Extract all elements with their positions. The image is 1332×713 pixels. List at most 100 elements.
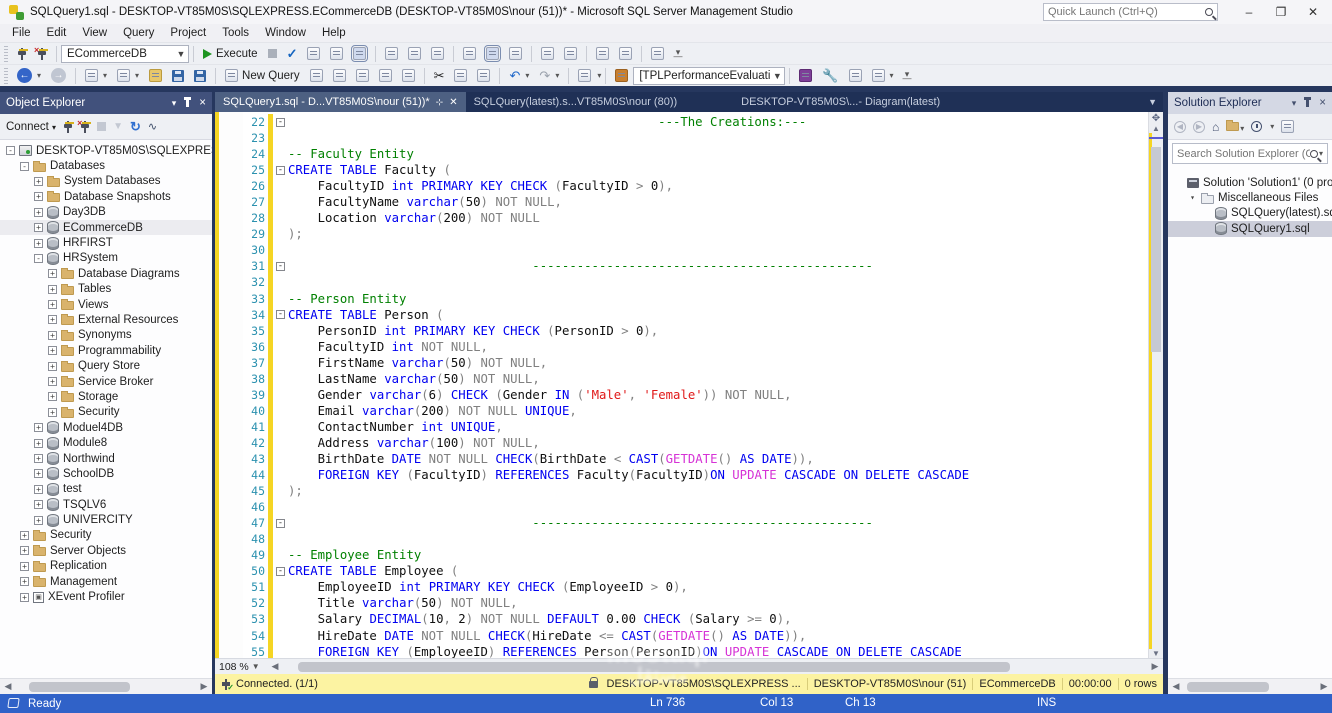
- code-line-44[interactable]: 44 FOREIGN KEY (FacultyID) REFERENCES Fa…: [243, 467, 1147, 484]
- oe-item-tsqlv6[interactable]: + TSQLV6: [0, 497, 212, 512]
- line-number[interactable]: 29: [243, 227, 265, 241]
- fold-margin[interactable]: -: [273, 117, 288, 127]
- oe-item-schooldb[interactable]: + SchoolDB: [0, 466, 212, 481]
- toolbar-overflow-icon[interactable]: ▾ —: [903, 69, 912, 82]
- expander-icon[interactable]: +: [34, 223, 43, 233]
- results-to-file-button[interactable]: [504, 44, 527, 64]
- cancel-query-button[interactable]: [263, 44, 282, 64]
- se-item-miscellaneous-files[interactable]: ▾ Miscellaneous Files: [1168, 190, 1332, 205]
- save-all-button[interactable]: [189, 66, 211, 86]
- line-number[interactable]: 28: [243, 211, 265, 225]
- expander-icon[interactable]: +: [20, 546, 29, 556]
- refresh-icon[interactable]: ↻: [130, 119, 141, 135]
- code-line-54[interactable]: 54 HireDate DATE NOT NULL CHECK(HireDate…: [243, 627, 1147, 644]
- pin-icon[interactable]: [184, 97, 192, 107]
- object-explorer-hscrollbar[interactable]: ◀ ▶: [0, 678, 212, 694]
- forward-icon[interactable]: ▶: [1193, 120, 1205, 133]
- change-connection-icon[interactable]: ×: [32, 44, 52, 64]
- expander-icon[interactable]: +: [34, 207, 43, 217]
- se-item-sqlquery-latest-sql[interactable]: SQLQuery(latest).sql: [1168, 206, 1332, 221]
- home-icon[interactable]: ⌂: [1212, 120, 1219, 134]
- close-icon[interactable]: ×: [1319, 97, 1326, 109]
- menu-view[interactable]: View: [74, 26, 115, 40]
- oe-item-database-snapshots[interactable]: + Database Snapshots: [0, 189, 212, 204]
- oe-item-hrfirst[interactable]: + HRFIRST: [0, 235, 212, 250]
- menu-tools[interactable]: Tools: [214, 26, 257, 40]
- expander-icon[interactable]: +: [34, 238, 43, 248]
- add-to-source-control-button[interactable]: [144, 66, 167, 86]
- expander-icon[interactable]: +: [34, 469, 43, 479]
- oe-item-database-diagrams[interactable]: + Database Diagrams: [0, 266, 212, 281]
- specify-values-button[interactable]: [646, 44, 669, 64]
- analysis-mdx-query-button[interactable]: [328, 66, 351, 86]
- activity-monitor-button[interactable]: [573, 66, 596, 86]
- collapse-icon[interactable]: -: [276, 117, 285, 127]
- available-databases-combo[interactable]: ECommerceDB ▼: [61, 44, 189, 63]
- cut-button[interactable]: ✂: [429, 66, 450, 86]
- expander-icon[interactable]: +: [48, 269, 57, 279]
- increase-indent-button[interactable]: [614, 44, 637, 64]
- line-number[interactable]: 44: [243, 468, 265, 482]
- code-line-37[interactable]: 37 FirstName varchar(50) NOT NULL,: [243, 354, 1147, 371]
- code-line-36[interactable]: 36 FacultyID int NOT NULL,: [243, 338, 1147, 355]
- line-number[interactable]: 33: [243, 292, 265, 306]
- new-query-button[interactable]: New Query: [220, 66, 305, 86]
- scroll-up-icon[interactable]: ▲: [1152, 124, 1160, 133]
- expander-icon[interactable]: +: [48, 300, 57, 310]
- expander-icon[interactable]: +: [20, 592, 29, 602]
- undo-button[interactable]: ↶ ▾: [504, 66, 534, 86]
- expander-icon[interactable]: +: [34, 454, 43, 463]
- expander-icon[interactable]: +: [48, 315, 57, 325]
- splitter-grip-icon[interactable]: ✥: [1152, 113, 1160, 124]
- analysis-dmx-query-button[interactable]: [351, 66, 374, 86]
- line-number[interactable]: 34: [243, 308, 265, 322]
- line-number[interactable]: 35: [243, 324, 265, 338]
- line-number[interactable]: 42: [243, 436, 265, 450]
- menu-window[interactable]: Window: [257, 26, 314, 40]
- oe-item-moduel4db[interactable]: + Moduel4DB: [0, 420, 212, 435]
- oe-item-system-databases[interactable]: + System Databases: [0, 174, 212, 189]
- scroll-down-icon[interactable]: ▼: [1152, 649, 1160, 658]
- code-line-34[interactable]: 34 - CREATE TABLE Person (: [243, 306, 1147, 323]
- oe-item-server-objects[interactable]: + Server Objects: [0, 543, 212, 558]
- line-number[interactable]: 36: [243, 340, 265, 354]
- oe-item-security[interactable]: + Security: [0, 528, 212, 543]
- expander-icon[interactable]: +: [48, 392, 57, 402]
- pending-changes-icon[interactable]: [1251, 121, 1263, 132]
- oe-item-desktop-vt85m0s-sqlexpress-sq[interactable]: - DESKTOP-VT85M0S\SQLEXPRESS (SQ: [0, 143, 212, 158]
- code-line-23[interactable]: 23: [243, 130, 1147, 147]
- menu-help[interactable]: Help: [314, 26, 354, 40]
- code-line-39[interactable]: 39 Gender varchar(6) CHECK (Gender IN ('…: [243, 386, 1147, 403]
- solution-explorer-hscrollbar[interactable]: ◀ ▶: [1168, 678, 1332, 694]
- dropdown-icon[interactable]: ▾: [1270, 122, 1274, 131]
- save-button[interactable]: [167, 66, 189, 86]
- line-number[interactable]: 52: [243, 596, 265, 610]
- collapse-icon[interactable]: -: [276, 261, 285, 271]
- expander-icon[interactable]: +: [34, 176, 43, 186]
- expander-icon[interactable]: +: [20, 577, 29, 587]
- open-file-button[interactable]: ▾: [112, 66, 144, 86]
- oe-item-programmability[interactable]: + Programmability: [0, 343, 212, 358]
- collapse-icon[interactable]: -: [276, 165, 285, 175]
- toolbox-button[interactable]: [844, 66, 867, 86]
- connect-icon[interactable]: [63, 120, 73, 133]
- code-line-55[interactable]: 55 FOREIGN KEY (EmployeeID) REFERENCES P…: [243, 643, 1147, 658]
- menu-query[interactable]: Query: [115, 26, 162, 40]
- expander-icon[interactable]: +: [20, 530, 29, 540]
- code-line-43[interactable]: 43 BirthDate DATE NOT NULL CHECK(BirthDa…: [243, 450, 1147, 468]
- code-line-24[interactable]: 24 -- Faculty Entity: [243, 146, 1147, 163]
- include-actual-plan-button[interactable]: [380, 44, 403, 64]
- code-line-41[interactable]: 41 ContactNumber int UNIQUE,: [243, 418, 1147, 435]
- line-number[interactable]: 32: [243, 275, 265, 289]
- line-number[interactable]: 54: [243, 629, 265, 643]
- fold-margin[interactable]: -: [273, 261, 288, 271]
- oe-item-service-broker[interactable]: + Service Broker: [0, 374, 212, 389]
- parse-button[interactable]: ✓: [282, 44, 303, 64]
- collapse-icon[interactable]: -: [276, 566, 285, 576]
- pin-icon[interactable]: ⊹: [436, 97, 444, 108]
- code-line-28[interactable]: 28 Location varchar(200) NOT NULL: [243, 210, 1147, 227]
- tab-list-dropdown-icon[interactable]: ▼: [1148, 92, 1163, 112]
- display-estimated-plan-button[interactable]: [302, 44, 325, 64]
- oe-item-storage[interactable]: + Storage: [0, 389, 212, 404]
- analysis-xmla-query-button[interactable]: [374, 66, 397, 86]
